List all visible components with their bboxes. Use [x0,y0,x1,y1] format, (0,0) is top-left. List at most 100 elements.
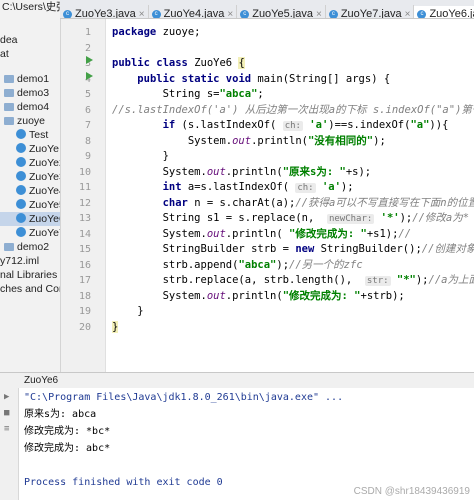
tree-item-ches-and-consol[interactable]: ches and Consol [0,282,60,296]
class-icon [16,171,26,181]
tree-item-label: ZuoYe6 [29,213,60,225]
tree-item-zuoye3[interactable]: ZuoYe3 [0,170,60,184]
line-number: 16 [78,259,91,271]
run-gutter-icon[interactable] [86,71,93,80]
code-editor[interactable]: package zuoye; public class ZuoYe6 { publ… [106,19,474,372]
code-token: str: [364,276,391,286]
code-token: .println( [225,165,283,178]
tree-item-demo1[interactable]: demo1 [0,72,60,86]
tab-zuoye7[interactable]: c ZuoYe7.java × [326,5,415,19]
code-token: strb.append( [112,258,239,271]
code-token: ch: [295,183,316,193]
folder-icon [4,243,14,251]
tree-item-label: ZuoYe3 [29,171,60,183]
code-token: new [295,243,321,255]
line-number: 18 [78,290,91,302]
tree-item-label: ZuoYe7 [29,227,60,239]
code-token: "原来s为: " [282,165,346,178]
run-console[interactable]: ▶ ■ ≡ "C:\Program Files\Java\jdk1.8.0_26… [0,388,474,500]
tree-item-label: zuoye [17,115,46,127]
close-icon[interactable]: × [139,9,145,19]
tree-item-dea[interactable]: dea [0,33,60,47]
code-token: if [162,119,182,131]
tree-item-zuoye4[interactable]: ZuoYe4 [0,184,60,198]
tree-item-demo3[interactable]: demo3 [0,86,60,100]
tree-item-label: demo3 [17,87,50,99]
class-icon: c [328,9,338,18]
run-panel-header: ZuoYe6 [0,372,474,390]
tree-item-demo4[interactable]: demo4 [0,100,60,114]
folder-icon [4,89,14,97]
code-token: ); [415,274,429,286]
line-number: 13 [78,213,91,224]
code-token: .println( [225,227,290,240]
code-line: package zuoye; [112,25,201,40]
close-icon[interactable]: × [405,9,411,19]
code-token: zuoye; [162,26,201,38]
tree-item-zuoye7[interactable]: ZuoYe7 [0,226,60,240]
tab-zuoye4[interactable]: c ZuoYe4.java × [149,5,238,19]
code-token: System. [112,227,207,240]
tree-item-zuoye5[interactable]: ZuoYe5 [0,198,60,212]
tab-zuoye5[interactable]: c ZuoYe5.java × [237,5,326,19]
line-number: 15 [78,244,91,255]
close-icon[interactable]: × [227,9,233,19]
tree-item-test[interactable]: Test [0,128,60,142]
code-token: //创建对象 [421,243,474,255]
code-token: (s.lastIndexOf( [181,119,283,131]
code-token: out [232,134,252,147]
code-token: )){ [429,119,449,131]
code-line: System.out.println("修改完成为: "+strb); [112,289,405,304]
tree-item-label: nal Libraries [0,269,58,281]
close-icon[interactable]: × [316,9,322,19]
tab-zuoye6[interactable]: cZuoYe6.java× [414,6,474,18]
line-number: 11 [78,182,91,193]
console-line: 修改完成为: *bc* [24,426,111,437]
line-number: 12 [78,197,91,209]
tree-item-zuoye[interactable]: ZuoYe [0,142,60,156]
class-icon: c [63,9,72,18]
class-icon [16,157,26,167]
tree-item-nal-libraries[interactable]: nal Libraries [0,268,60,282]
code-token: "abca" [238,258,277,271]
line-number: 19 [78,306,91,317]
tree-item-at[interactable]: at [0,47,60,61]
code-token: char [162,196,195,209]
code-token: ); [399,212,413,224]
code-token: out [206,227,226,240]
tab-zuoye3[interactable]: c ZuoYe3.java × [60,5,149,19]
class-icon: c [240,9,250,18]
code-token: +s); [345,165,372,178]
code-token: newChar: [326,214,375,224]
code-token: out [206,289,226,302]
class-icon [16,143,26,153]
code-token: //s.lastIndexOf('a') 从后边第一次出现a的下标 s.inde… [112,103,474,116]
line-number: 8 [84,135,91,147]
run-gutter-icon[interactable] [86,56,93,64]
tree-item-demo2[interactable]: demo2 [0,240,60,254]
rerun-icon[interactable]: ▶ [4,392,9,402]
tree-item-zuoye[interactable]: zuoye [0,114,60,128]
code-token: //获得a可以不写直接写在下面n的位置 [295,196,474,209]
tree-item-zuoye2[interactable]: ZuoYe2 [0,156,60,170]
folder-icon [4,75,14,83]
tree-item-zuoye6[interactable]: ZuoYe6 [0,212,60,226]
tab-label: ZuoYe4.java [163,8,225,19]
code-token: } [112,320,119,333]
code-token: "*" [396,274,416,286]
watermark: CSDN @shr18439436919 [353,486,470,497]
scroll-icon[interactable]: ≡ [4,424,9,434]
code-token: ); [276,258,290,271]
console-line: "C:\Program Files\Java\jdk1.8.0_261\bin\… [24,392,344,403]
class-icon [16,129,26,139]
code-token: // [398,227,412,240]
tree-item-label: ZuoYe [29,143,59,155]
class-icon: c [417,9,427,18]
code-line: String s="abca"; [112,87,264,102]
code-token: "修改完成为: " [282,289,361,302]
line-number: 10 [78,166,91,178]
tree-item-y712-iml[interactable]: y712.iml [0,254,60,268]
stop-icon[interactable]: ■ [4,408,9,418]
